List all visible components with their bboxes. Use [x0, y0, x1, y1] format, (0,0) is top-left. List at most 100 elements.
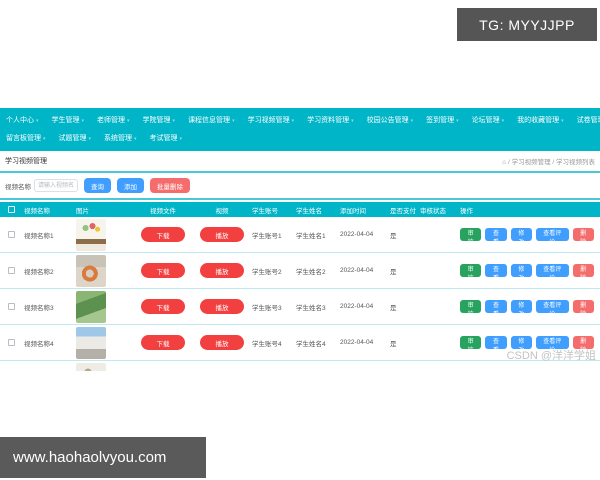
admin-app: 个人中心▾学生管理▾老师管理▾学院管理▾课程信息管理▾学习视频管理▾学习资料管理…: [0, 108, 600, 371]
approve-button[interactable]: 审核: [460, 300, 481, 313]
student-account-cell: 学生账号3: [250, 302, 294, 312]
video-play-cell: 播放: [194, 335, 250, 350]
column-header: 审核状态: [418, 205, 458, 215]
select-all-checkbox[interactable]: [0, 206, 22, 213]
nav-item[interactable]: 个人中心▾: [2, 111, 48, 129]
download-button[interactable]: 下载: [141, 263, 185, 278]
download-button[interactable]: 下载: [141, 227, 185, 242]
chevron-down-icon: ▾: [351, 118, 354, 124]
student-name-cell: 学生姓名1: [294, 230, 338, 240]
video-play-cell: 播放: [194, 263, 250, 278]
video-file-cell: 下载: [132, 335, 194, 350]
search-bar: 视频名称 查询 添加 批量删除: [0, 173, 600, 200]
home-icon[interactable]: ⌂: [502, 159, 506, 166]
student-account-cell: 学生账号4: [250, 338, 294, 348]
video-image-cell: [74, 327, 132, 359]
chevron-down-icon: ▾: [456, 118, 459, 124]
top-navbar: 个人中心▾学生管理▾老师管理▾学院管理▾课程信息管理▾学习视频管理▾学习资料管理…: [0, 108, 600, 151]
nav-item[interactable]: 试题管理▾: [55, 129, 101, 147]
view-button[interactable]: 查看: [485, 228, 506, 241]
page-title: 学习视频管理: [5, 156, 47, 166]
site-url-text: www.haohaolvyou.com: [13, 449, 166, 466]
nav-item[interactable]: 学习视频管理▾: [244, 111, 304, 129]
video-name-input[interactable]: [34, 179, 78, 192]
delete-button[interactable]: 删除: [573, 300, 594, 313]
add-button[interactable]: 添加: [117, 178, 144, 193]
nav-item[interactable]: 试卷管理▾: [573, 111, 600, 129]
video-frame: TG: MYYJJPP 个人中心▾学生管理▾老师管理▾学院管理▾课程信息管理▾学…: [0, 0, 600, 480]
student-account-cell: 学生账号2: [250, 266, 294, 276]
column-header: 添加时间: [338, 205, 388, 215]
student-account-cell: 学生账号1: [250, 230, 294, 240]
download-button[interactable]: 下载: [141, 299, 185, 314]
chevron-down-icon: ▾: [561, 118, 564, 124]
edit-button[interactable]: 修改: [511, 228, 532, 241]
nav-item[interactable]: 论坛管理▾: [468, 111, 514, 129]
approve-button[interactable]: 审核: [460, 264, 481, 277]
delete-button[interactable]: 删除: [573, 264, 594, 277]
table-row: 视频名称5下载播放学生账号5学生姓名52022-04-04是审核查看修改查看评论…: [0, 361, 600, 371]
column-header: 学生姓名: [294, 205, 338, 215]
nav-item[interactable]: 学院管理▾: [139, 111, 185, 129]
play-button[interactable]: 播放: [200, 263, 244, 278]
edit-button[interactable]: 修改: [511, 264, 532, 277]
paid-cell: 是: [388, 338, 418, 348]
download-button[interactable]: 下载: [141, 335, 185, 350]
nav-item[interactable]: 学习资料管理▾: [303, 111, 363, 129]
delete-button[interactable]: 删除: [573, 336, 594, 349]
nav-item[interactable]: 签到管理▾: [422, 111, 468, 129]
nav-item[interactable]: 考试管理▾: [146, 129, 192, 147]
play-button[interactable]: 播放: [200, 299, 244, 314]
add-date-cell: 2022-04-04: [338, 339, 388, 346]
paid-cell: 是: [388, 266, 418, 276]
nav-item[interactable]: 校园公告管理▾: [363, 111, 423, 129]
row-checkbox[interactable]: [0, 267, 22, 274]
view-comments-button[interactable]: 查看评论: [536, 300, 569, 313]
actions-cell: 审核查看修改查看评论删除: [458, 264, 600, 277]
table-row: 视频名称1下载播放学生账号1学生姓名12022-04-04是审核查看修改查看评论…: [0, 217, 600, 253]
view-comments-button[interactable]: 查看评论: [536, 264, 569, 277]
chevron-down-icon: ▾: [89, 136, 92, 142]
video-name-cell: 视频名称2: [22, 266, 74, 276]
view-comments-button[interactable]: 查看评论: [536, 336, 569, 349]
view-comments-button[interactable]: 查看评论: [536, 228, 569, 241]
view-button[interactable]: 查看: [485, 264, 506, 277]
video-image-cell: [74, 255, 132, 287]
row-checkbox[interactable]: [0, 339, 22, 346]
approve-button[interactable]: 审核: [460, 228, 481, 241]
view-button[interactable]: 查看: [485, 336, 506, 349]
add-date-cell: 2022-04-04: [338, 303, 388, 310]
nav-item[interactable]: 学生管理▾: [48, 111, 94, 129]
approve-button[interactable]: 审核: [460, 336, 481, 349]
edit-button[interactable]: 修改: [511, 336, 532, 349]
video-name-cell: 视频名称4: [22, 338, 74, 348]
site-url-badge: www.haohaolvyou.com: [0, 437, 206, 478]
edit-button[interactable]: 修改: [511, 300, 532, 313]
video-table: 视频名称图片视频文件视频学生账号学生姓名添加时间是否支付审核状态操作 视频名称1…: [0, 202, 600, 371]
nav-item[interactable]: 课程信息管理▾: [184, 111, 244, 129]
column-header: 视频文件: [132, 205, 194, 215]
navbar-row-1: 个人中心▾学生管理▾老师管理▾学院管理▾课程信息管理▾学习视频管理▾学习资料管理…: [2, 111, 598, 129]
play-button[interactable]: 播放: [200, 227, 244, 242]
query-button[interactable]: 查询: [84, 178, 111, 193]
column-header: 图片: [74, 205, 132, 215]
row-checkbox[interactable]: [0, 231, 22, 238]
video-image-cell: [74, 291, 132, 323]
checkbox-icon: [8, 339, 15, 346]
video-file-cell: 下载: [132, 263, 194, 278]
nav-item[interactable]: 我的收藏管理▾: [513, 111, 573, 129]
chevron-down-icon: ▾: [134, 136, 137, 142]
nav-item[interactable]: 系统管理▾: [100, 129, 146, 147]
play-button[interactable]: 播放: [200, 335, 244, 350]
chevron-down-icon: ▾: [173, 118, 176, 124]
delete-button[interactable]: 删除: [573, 228, 594, 241]
view-button[interactable]: 查看: [485, 300, 506, 313]
table-header-row: 视频名称图片视频文件视频学生账号学生姓名添加时间是否支付审核状态操作: [0, 202, 600, 217]
batch-delete-button[interactable]: 批量删除: [150, 178, 190, 193]
row-checkbox[interactable]: [0, 303, 22, 310]
nav-item[interactable]: 留言板管理▾: [2, 129, 55, 147]
tg-contact-badge: TG: MYYJJPP: [457, 8, 597, 41]
chevron-down-icon: ▾: [411, 118, 414, 124]
nav-item[interactable]: 老师管理▾: [93, 111, 139, 129]
add-date-cell: 2022-04-04: [338, 267, 388, 274]
